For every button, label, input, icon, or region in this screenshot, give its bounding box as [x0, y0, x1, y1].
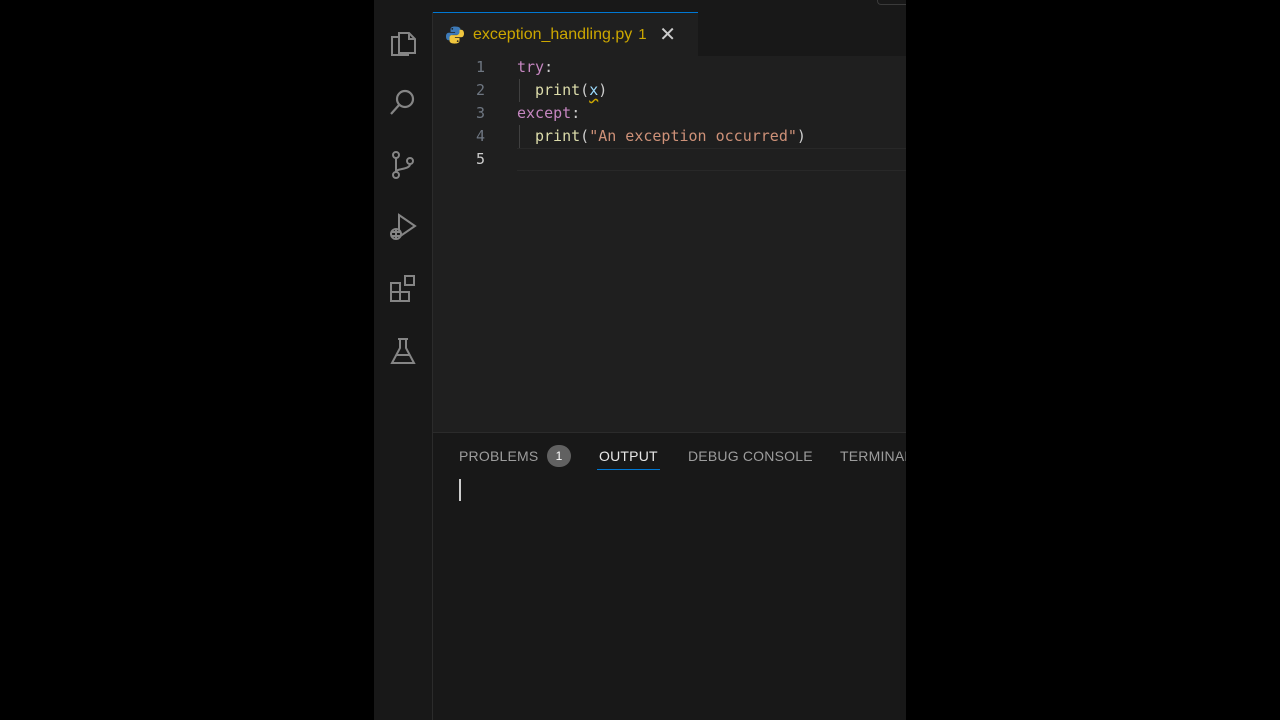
code-text: except: — [517, 102, 580, 125]
line-number: 5 — [475, 150, 485, 168]
window-control-edge — [877, 0, 906, 5]
tab-filename: exception_handling.py — [473, 25, 633, 43]
code-line: 2 print(x) — [433, 79, 906, 102]
punctuation-token: : — [571, 104, 581, 122]
current-line-highlight — [517, 148, 906, 171]
line-number: 2 — [475, 81, 485, 99]
code-line: 4 print("An exception occurred") — [433, 125, 906, 148]
search-icon[interactable] — [386, 86, 420, 120]
activity-bar — [374, 12, 433, 720]
string-token: "An exception occurred" — [589, 127, 797, 145]
editor-tab-bar: exception_handling.py 1 ✕ — [433, 12, 906, 56]
punctuation-token: ) — [598, 81, 608, 99]
keyword-token: try — [517, 58, 545, 76]
line-number: 1 — [475, 58, 485, 76]
keyword-token: except — [517, 104, 572, 122]
code-line: 1 try: — [433, 56, 906, 79]
run-debug-icon[interactable] — [386, 210, 420, 244]
vscode-window: exception_handling.py 1 ✕ 1 try: 2 print… — [374, 0, 906, 720]
python-file-icon — [445, 25, 465, 45]
bottom-panel: PROBLEMS 1 OUTPUT DEBUG CONSOLE TERMINAL — [433, 432, 906, 720]
punctuation-token: ) — [796, 127, 806, 145]
function-token: print — [535, 81, 581, 99]
undefined-variable-token[interactable]: x — [589, 81, 598, 99]
function-token: print — [535, 127, 581, 145]
source-control-icon[interactable] — [386, 148, 420, 182]
code-editor[interactable]: 1 try: 2 print(x) 3 except: 4 print("An … — [433, 56, 906, 432]
tab-problem-count: 1 — [638, 26, 647, 43]
code-text: print(x) — [535, 79, 607, 102]
punctuation-token: ( — [580, 81, 590, 99]
tab-output[interactable]: OUTPUT — [597, 447, 660, 470]
code-line-current: 5 — [433, 148, 906, 171]
tab-exception-handling[interactable]: exception_handling.py 1 ✕ — [433, 12, 698, 56]
tab-problems[interactable]: PROBLEMS — [459, 447, 538, 469]
code-text: print("An exception occurred") — [535, 125, 806, 148]
code-line: 3 except: — [433, 102, 906, 125]
indent-guide — [519, 125, 520, 148]
indent-guide — [519, 79, 520, 102]
punctuation-token: ( — [580, 127, 590, 145]
line-number: 3 — [475, 104, 485, 122]
problems-count-badge: 1 — [547, 445, 571, 467]
line-number: 4 — [475, 127, 485, 145]
punctuation-token: : — [544, 58, 554, 76]
close-icon[interactable]: ✕ — [659, 25, 677, 45]
tab-terminal[interactable]: TERMINAL — [840, 447, 906, 469]
extensions-icon[interactable] — [386, 272, 420, 306]
explorer-icon[interactable] — [386, 26, 420, 60]
tab-debug-console[interactable]: DEBUG CONSOLE — [688, 447, 813, 469]
testing-icon[interactable] — [386, 334, 420, 368]
output-text-cursor[interactable] — [459, 479, 461, 501]
code-text: try: — [517, 56, 553, 79]
